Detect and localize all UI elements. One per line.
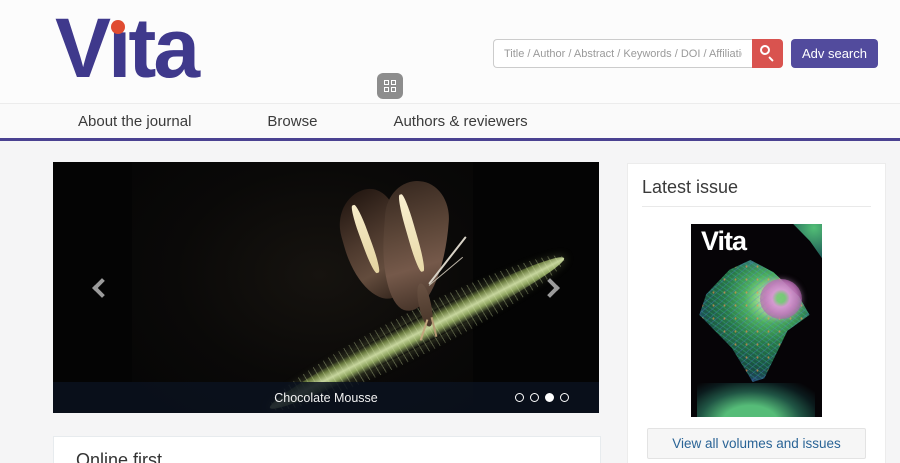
carousel-caption: Chocolate Mousse: [274, 391, 378, 405]
logo-letter-i: ı: [108, 6, 128, 90]
search-area: Adv search: [493, 39, 878, 68]
butterfly-photo: [132, 162, 473, 413]
adv-search-button[interactable]: Adv search: [791, 39, 878, 68]
view-all-volumes-button[interactable]: View all volumes and issues: [647, 428, 866, 459]
cell-fragment-art: [782, 224, 822, 262]
latest-issue-heading: Latest issue: [642, 176, 871, 198]
divider: [642, 206, 871, 207]
nav-item-authors-reviewers[interactable]: Authors & reviewers: [393, 113, 527, 130]
header: Vıta Adv search: [0, 0, 900, 104]
grid-icon: [384, 80, 396, 92]
nav-item-about-the-journal[interactable]: About the journal: [78, 113, 191, 130]
search-input[interactable]: [493, 39, 752, 68]
online-first-card: Online first: [53, 436, 601, 463]
carousel-dot-1[interactable]: [515, 393, 524, 402]
vita-logo[interactable]: Vıta: [55, 6, 197, 90]
nav-item-browse[interactable]: Browse: [267, 113, 317, 130]
featured-carousel: Chocolate Mousse: [53, 162, 599, 413]
search-button[interactable]: [752, 39, 783, 68]
main-nav: About the journal Browse Authors & revie…: [0, 104, 900, 141]
latest-issue-cover[interactable]: Vita: [691, 224, 822, 417]
latest-issue-card: Latest issue Vita View all volumes and i…: [627, 163, 886, 463]
carousel-dot-4[interactable]: [560, 393, 569, 402]
cell-micrograph-art: [697, 260, 813, 382]
cell-nucleus-art: [760, 279, 802, 319]
cell-fragment-bottom-art: [697, 383, 815, 417]
carousel-dots: [515, 393, 569, 402]
cover-journal-title: Vita: [701, 226, 746, 257]
content: Chocolate Mousse Online first Latest iss…: [0, 141, 900, 460]
carousel-dot-3[interactable]: [545, 393, 554, 402]
butterfly-art: [327, 177, 502, 367]
logo-letter-v: V: [55, 1, 108, 95]
logo-i-dot: [111, 20, 125, 34]
apps-grid-button[interactable]: [377, 73, 403, 99]
online-first-heading: Online first: [76, 450, 578, 463]
page: Vıta Adv search About the journal Browse…: [0, 0, 900, 463]
carousel-dot-2[interactable]: [530, 393, 539, 402]
logo-letters-ta: ta: [128, 1, 197, 95]
magnifier-icon: [760, 45, 770, 55]
carousel-prev-button[interactable]: [92, 278, 112, 298]
